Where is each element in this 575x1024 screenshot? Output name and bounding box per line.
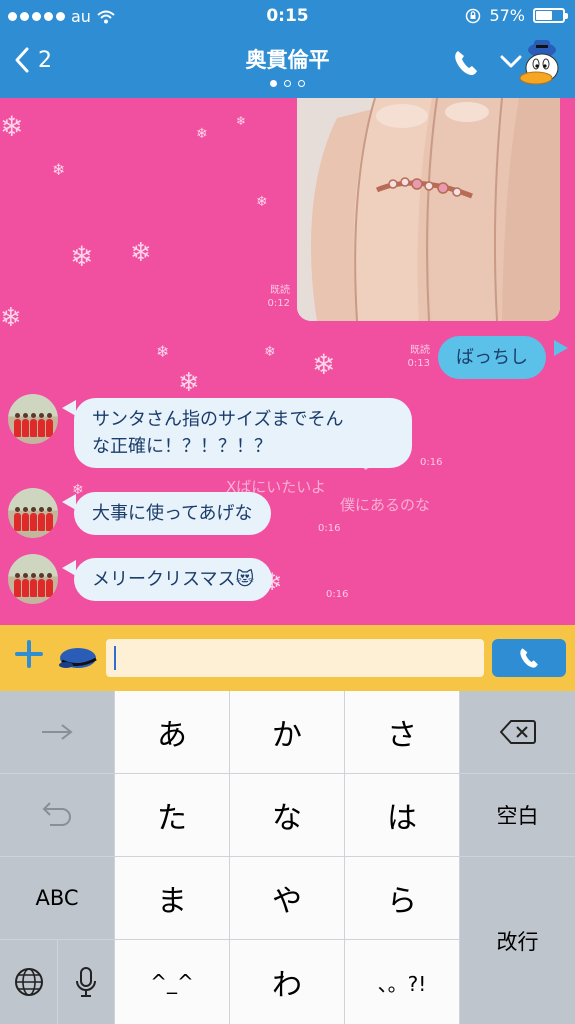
message-time: 0:16 xyxy=(420,457,443,468)
microphone-icon xyxy=(76,967,96,997)
keyboard-kana-key[interactable]: は xyxy=(345,774,459,856)
sent-message-bubble[interactable]: ばっちし xyxy=(438,336,546,379)
keyboard-kana-key[interactable]: た xyxy=(115,774,229,856)
message-time: 0:16 xyxy=(318,523,341,534)
snowflake-icon: ❄ xyxy=(196,126,208,142)
background-text: 僕にあるのな xyxy=(340,496,431,514)
snowflake-icon: ❄ xyxy=(312,348,336,381)
keyboard-kana-key[interactable]: や xyxy=(230,857,344,939)
phone-icon xyxy=(520,648,538,668)
snowflake-icon: ❄ xyxy=(178,368,200,398)
keyboard-space-key[interactable]: 空白 xyxy=(460,774,575,856)
status-right: 57% xyxy=(465,6,568,25)
read-receipt: 既読 xyxy=(410,345,430,356)
snowflake-icon: ❄ xyxy=(256,194,268,210)
received-message-bubble[interactable]: サンタさん指のサイズまでそん な正確に！？！？！？ xyxy=(74,398,412,468)
add-attachment-button[interactable] xyxy=(14,639,44,675)
keyboard-globe-key[interactable] xyxy=(0,940,57,1024)
ring-photo xyxy=(297,98,560,321)
battery-percent: 57% xyxy=(489,6,525,25)
chat-header: 2 奥貫倫平 xyxy=(0,34,575,98)
message-time: 0:12 xyxy=(267,298,290,309)
keyboard-next-key[interactable] xyxy=(0,691,114,773)
avatar[interactable] xyxy=(8,394,58,444)
backspace-icon xyxy=(499,720,536,744)
keyboard: ABC あ か さ た な は ま や ら ^_^ わ 、。?! 空白 改行 xyxy=(0,691,575,1024)
snowflake-icon: ❄ xyxy=(156,342,170,361)
snowflake-icon: ❄ xyxy=(70,240,94,273)
status-bar: au 0:15 57% xyxy=(0,0,575,34)
avatar[interactable] xyxy=(8,554,58,604)
keyboard-mic-key[interactable] xyxy=(58,940,114,1024)
sticker-button[interactable] xyxy=(58,645,100,675)
message-input[interactable] xyxy=(106,639,484,677)
snowflake-icon: ❄ xyxy=(0,303,22,333)
photo-message[interactable] xyxy=(297,98,560,321)
read-receipt: 既読 xyxy=(270,285,290,296)
text-cursor xyxy=(114,646,116,670)
snowflake-icon: ❄ xyxy=(264,344,276,360)
keyboard-abc-key[interactable]: ABC xyxy=(0,857,114,939)
call-button[interactable] xyxy=(452,48,480,82)
received-message-bubble[interactable]: 大事に使ってあげな xyxy=(74,492,271,535)
keyboard-kana-key[interactable]: わ xyxy=(230,940,344,1024)
keyboard-kana-key[interactable]: ら xyxy=(345,857,459,939)
keyboard-undo-key[interactable] xyxy=(0,774,114,856)
keyboard-kana-key[interactable]: ま xyxy=(115,857,229,939)
keyboard-kana-key[interactable]: か xyxy=(230,691,344,773)
snowflake-icon: ❄ xyxy=(0,110,24,143)
keyboard-kana-key[interactable]: な xyxy=(230,774,344,856)
keyboard-return-key[interactable]: 改行 xyxy=(460,857,575,1024)
battery-icon xyxy=(533,8,568,23)
message-time: 0:13 xyxy=(407,358,430,369)
page-indicator xyxy=(0,80,575,87)
heart-eyes-cat-icon: 😻 xyxy=(235,569,255,590)
voice-call-button[interactable] xyxy=(492,639,566,677)
message-text: サンタさん指のサイズまでそん xyxy=(92,409,344,430)
message-text: メリークリスマス xyxy=(92,569,236,590)
phone-icon xyxy=(455,51,477,76)
donald-duck-icon xyxy=(512,38,568,98)
message-time: 0:16 xyxy=(326,589,349,600)
message-text: な正確に！？！？！？ xyxy=(92,436,272,457)
message-input-bar xyxy=(0,625,575,691)
chat-title: 奥貫倫平 xyxy=(245,48,330,72)
keyboard-kana-key[interactable]: さ xyxy=(345,691,459,773)
rotation-lock-icon xyxy=(466,8,481,23)
bubble-tail xyxy=(554,340,568,356)
sent-meta: 既読 0:13 xyxy=(396,344,430,370)
snowflake-icon: ❄ xyxy=(130,238,152,268)
arrow-right-icon xyxy=(42,724,73,740)
plus-icon xyxy=(15,640,43,668)
snowflake-icon: ❄ xyxy=(236,114,247,128)
globe-icon xyxy=(14,968,43,996)
photo-meta: 既読 0:12 xyxy=(254,284,290,310)
keyboard-punctuation-key[interactable]: 、。?! xyxy=(345,940,459,1024)
keyboard-delete-key[interactable] xyxy=(460,691,575,773)
keyboard-kana-key[interactable]: あ xyxy=(115,691,229,773)
avatar[interactable] xyxy=(8,488,58,538)
message-list[interactable]: ❄ ❄ ❄ ❄ ❄ ❄ ❄ ❄ ❄ ❄ ❄ ❄ ❄ ❄ ❄ Xばにいたいよ 僕に… xyxy=(0,98,575,625)
undo-icon xyxy=(42,802,71,826)
received-message-bubble[interactable]: メリークリスマス😻 xyxy=(74,558,273,601)
sticker-cap-icon xyxy=(59,648,97,668)
snowflake-icon: ❄ xyxy=(52,160,66,179)
keyboard-emoticon-key[interactable]: ^_^ xyxy=(115,940,229,1024)
